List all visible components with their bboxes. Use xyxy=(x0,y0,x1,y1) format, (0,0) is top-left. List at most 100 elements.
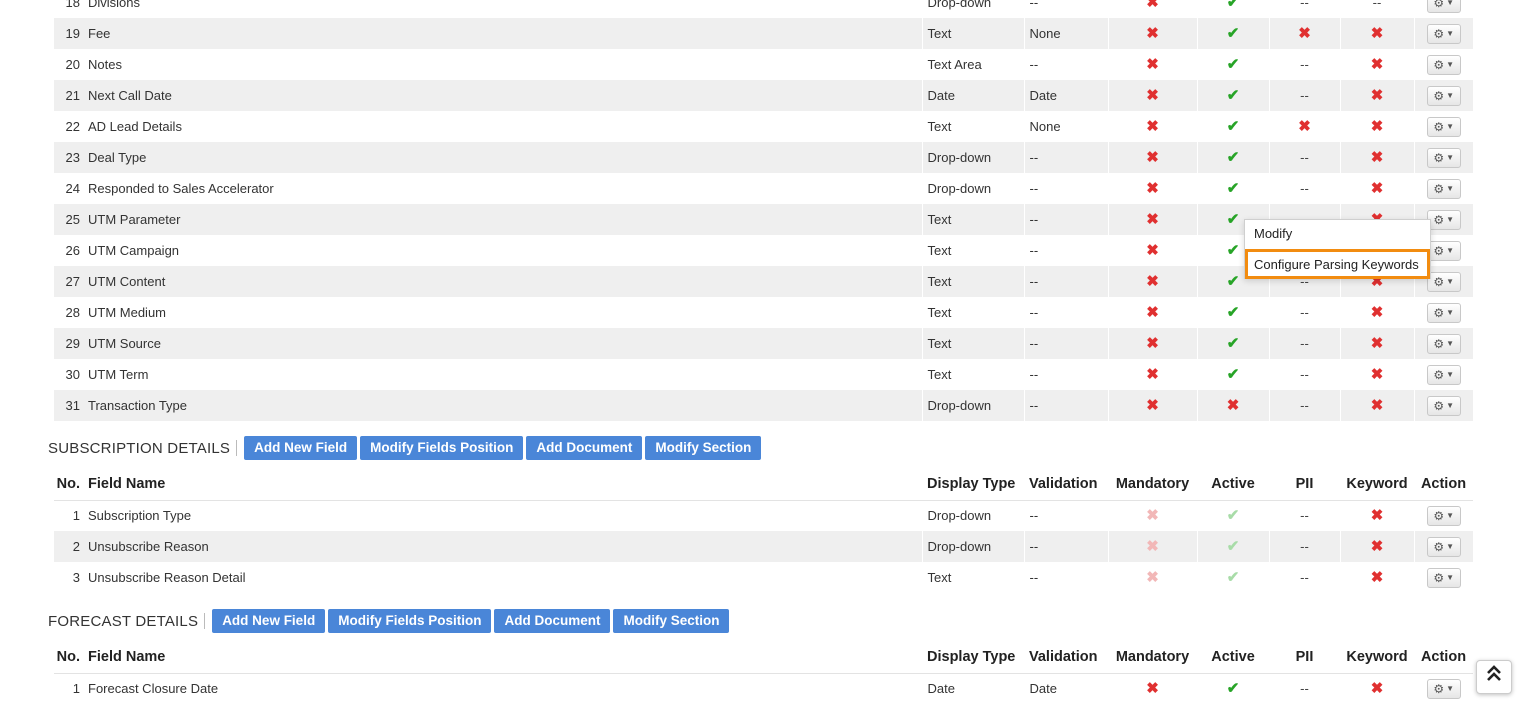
divider xyxy=(204,613,206,629)
add-document-button[interactable]: Add Document xyxy=(494,609,611,633)
keyword-cell: ✖ xyxy=(1339,359,1414,390)
add-new-field-button[interactable]: Add New Field xyxy=(244,436,358,460)
row-number: 2 xyxy=(54,531,88,562)
mandatory-cell: ✖ xyxy=(1107,673,1197,704)
active-cell: ✔ xyxy=(1196,359,1269,390)
pii-cell: -- xyxy=(1268,390,1340,421)
column-header-keyword: Keyword xyxy=(1340,642,1414,674)
action-menu-button[interactable]: ⚙ ▼ xyxy=(1426,364,1461,385)
row-number: 1 xyxy=(72,681,80,697)
pii-cell: -- xyxy=(1268,297,1340,328)
menu-item-modify[interactable]: Modify xyxy=(1245,220,1430,248)
action-menu-button[interactable]: ⚙ ▼ xyxy=(1426,302,1461,323)
mandatory-cell: ✖ xyxy=(1107,142,1197,173)
action-menu-button[interactable]: ⚙ ▼ xyxy=(1426,678,1461,699)
section-title: FORECAST DETAILS xyxy=(48,612,199,630)
field-name: Divisions xyxy=(88,0,141,10)
cross-icon: ✖ xyxy=(1370,397,1384,414)
check-icon: ✔ xyxy=(1226,118,1240,135)
keyword-cell: ✖ xyxy=(1339,390,1414,421)
modify-fields-position-button[interactable]: Modify Fields Position xyxy=(328,609,492,633)
action-menu-button[interactable]: ⚙ ▼ xyxy=(1426,178,1461,199)
gear-icon: ⚙ xyxy=(1433,243,1445,258)
cross-icon: ✖ xyxy=(1146,56,1159,73)
scroll-to-top-button[interactable] xyxy=(1476,660,1512,694)
modify-section-button[interactable]: Modify Section xyxy=(613,609,730,633)
action-menu-button[interactable]: ⚙ ▼ xyxy=(1426,240,1461,261)
divider xyxy=(236,440,238,456)
validation: -- xyxy=(1023,328,1108,359)
column-header-active: Active xyxy=(1197,642,1269,674)
gear-icon: ⚙ xyxy=(1433,336,1445,351)
modify-fields-position-button[interactable]: Modify Fields Position xyxy=(360,436,524,460)
gear-icon: ⚙ xyxy=(1433,26,1445,41)
validation: -- xyxy=(1023,562,1108,593)
action-menu-button[interactable]: ⚙ ▼ xyxy=(1426,536,1461,557)
action-menu-button[interactable]: ⚙ ▼ xyxy=(1426,54,1461,75)
column-header-display-type: Display Type xyxy=(922,469,1024,501)
gear-icon: ⚙ xyxy=(1433,212,1445,227)
row-number: 22 xyxy=(65,119,80,134)
field-name: Deal Type xyxy=(88,142,922,173)
menu-item-configure-parsing-keywords[interactable]: Configure Parsing Keywords xyxy=(1245,249,1430,279)
column-header-action: Action xyxy=(1414,642,1473,674)
pii-cell: ✖ xyxy=(1268,111,1340,142)
modify-section-button[interactable]: Modify Section xyxy=(645,436,762,460)
caret-down-icon: ▼ xyxy=(1446,572,1455,582)
column-header-no: No. xyxy=(54,642,88,674)
keyword-cell: ✖ xyxy=(1339,142,1414,173)
action-menu-button[interactable]: ⚙ ▼ xyxy=(1426,567,1461,588)
column-header-field-name: Field Name xyxy=(88,642,922,674)
cross-icon: ✖ xyxy=(1146,87,1159,104)
cross-icon: ✖ xyxy=(1146,180,1159,197)
pii-cell: -- xyxy=(1268,359,1340,390)
row-number: 3 xyxy=(72,570,80,585)
column-header-active: Active xyxy=(1197,469,1269,501)
keyword-cell: ✖ xyxy=(1339,500,1414,531)
action-cell: ⚙ ▼ xyxy=(1413,173,1473,204)
cross-icon: ✖ xyxy=(1370,56,1384,73)
action-menu-button[interactable]: ⚙ ▼ xyxy=(1426,505,1461,526)
action-menu-button[interactable]: ⚙ ▼ xyxy=(1426,85,1461,106)
action-menu-button[interactable]: ⚙ ▼ xyxy=(1426,209,1461,230)
action-menu-button[interactable]: ⚙ ▼ xyxy=(1426,333,1461,354)
cross-icon: ✖ xyxy=(1146,680,1159,698)
action-cell: ⚙ ▼ xyxy=(1413,297,1473,328)
column-header-pii: PII xyxy=(1269,642,1340,674)
action-menu-button[interactable]: ⚙ ▼ xyxy=(1426,271,1461,292)
empty-value: -- xyxy=(1300,305,1309,320)
field-name: UTM Content xyxy=(88,266,922,297)
table-row: 19 Fee Text None ✖ ✔ ✖ ✖ ⚙ ▼ xyxy=(54,18,1473,49)
display-type: Text xyxy=(921,297,1024,328)
mandatory-cell: ✖ xyxy=(1107,562,1197,593)
top-fields-table: 18 Divisions Drop-down -- ✖ ✔ -- -- ⚙ ▼ 19 Fee Text N… xyxy=(54,0,1473,421)
field-name: Unsubscribe Reason xyxy=(88,531,922,562)
active-cell: ✔ xyxy=(1196,142,1269,173)
row-number: 18 xyxy=(65,0,80,10)
subscription-details-header: SUBSCRIPTION DETAILS Add New Field Modif… xyxy=(48,436,764,460)
keyword-cell: ✖ xyxy=(1339,111,1414,142)
table-row: 18 Divisions Drop-down -- ✖ ✔ -- -- ⚙ ▼ xyxy=(54,0,1473,18)
field-name: Unsubscribe Reason Detail xyxy=(88,570,246,585)
validation: Date xyxy=(1023,80,1108,111)
action-menu-button[interactable]: ⚙ ▼ xyxy=(1426,0,1461,13)
empty-value: -- xyxy=(1300,0,1309,10)
action-menu-button[interactable]: ⚙ ▼ xyxy=(1426,395,1461,416)
active-cell: ✔ xyxy=(1196,297,1269,328)
add-new-field-button[interactable]: Add New Field xyxy=(212,609,326,633)
pii-cell: -- xyxy=(1268,49,1340,80)
action-menu-button[interactable]: ⚙ ▼ xyxy=(1426,147,1461,168)
top-fields-body: 18 Divisions Drop-down -- ✖ ✔ -- -- ⚙ ▼ 19 Fee Text N… xyxy=(54,0,1473,421)
display-type: Text xyxy=(921,266,1024,297)
cross-icon: ✖ xyxy=(1370,538,1384,555)
active-cell: ✔ xyxy=(1196,500,1269,531)
action-cell: ⚙ ▼ xyxy=(1413,673,1473,704)
row-number: 29 xyxy=(54,328,88,359)
field-name: Transaction Type xyxy=(88,390,922,421)
column-header-mandatory: Mandatory xyxy=(1108,469,1197,501)
action-menu-button[interactable]: ⚙ ▼ xyxy=(1426,23,1461,44)
gear-icon: ⚙ xyxy=(1433,539,1445,554)
add-document-button[interactable]: Add Document xyxy=(526,436,643,460)
action-menu-button[interactable]: ⚙ ▼ xyxy=(1426,116,1461,137)
column-header-no: No. xyxy=(54,469,88,501)
